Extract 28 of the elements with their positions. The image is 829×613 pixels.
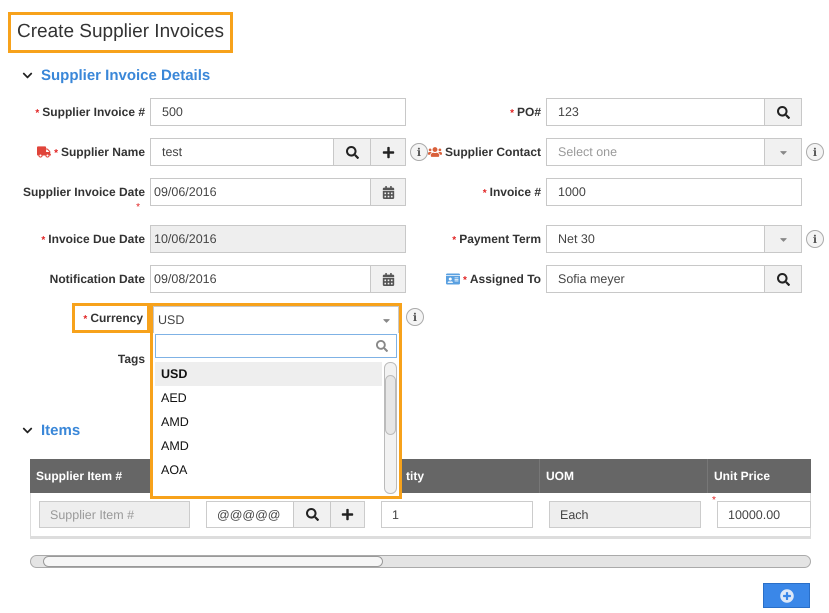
- field-label: * Invoice Due Date: [41, 232, 145, 246]
- field-label: * Supplier Name: [54, 145, 145, 159]
- field-label: * Payment Term: [452, 232, 541, 246]
- page-title: Create Supplier Invoices: [8, 12, 233, 53]
- field-placeholder: Select one: [557, 144, 618, 161]
- required-mark: *: [136, 202, 140, 213]
- field-value: @@@@@: [216, 506, 282, 524]
- currency-label: * Currency: [72, 303, 150, 333]
- field-label: Notification Date: [50, 272, 145, 286]
- field-value: 09/06/2016: [153, 184, 218, 201]
- field-label: * Supplier Invoice #: [35, 105, 145, 119]
- field-label: Supplier Contact: [444, 145, 541, 159]
- field-value: 09/08/2016: [153, 271, 218, 288]
- field-label: * PO#: [510, 105, 541, 119]
- field-value: USD: [157, 312, 186, 329]
- field-label: Tags: [118, 352, 145, 366]
- field-value: 123: [557, 104, 580, 121]
- field-value: test: [161, 144, 184, 161]
- column-header: UOM: [540, 459, 708, 493]
- field-value: 10/06/2016: [153, 231, 218, 248]
- field-value: Net 30: [557, 231, 596, 248]
- field-label: * Assigned To: [462, 272, 541, 286]
- field-label: * Invoice #: [482, 185, 541, 199]
- field-value: Sofia meyer: [557, 271, 626, 288]
- field-label: Supplier Invoice Date: [22, 185, 145, 199]
- uom-field: Each: [549, 501, 701, 528]
- column-header: Unit Price: [708, 459, 811, 493]
- required-mark: *: [712, 495, 716, 506]
